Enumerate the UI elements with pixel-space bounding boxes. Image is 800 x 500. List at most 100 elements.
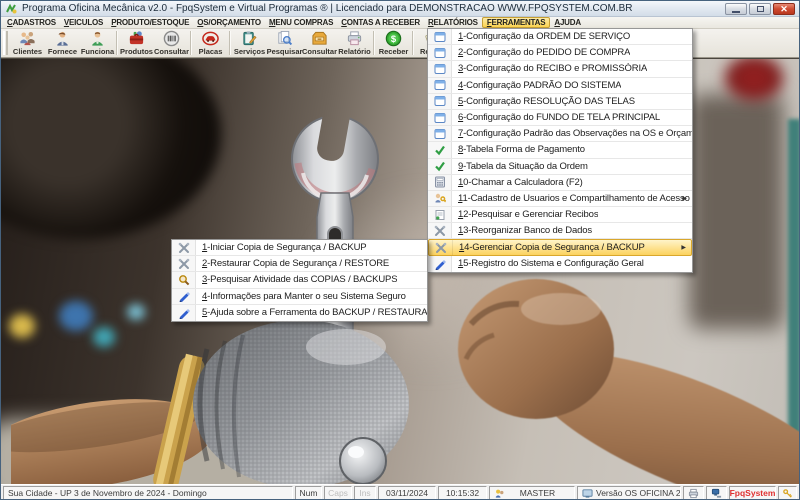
pesquisar-button[interactable]: Pesquisar xyxy=(267,29,302,57)
toolbar-separator xyxy=(412,31,414,55)
menubar-item-menu-compras[interactable]: MENU COMPRAS xyxy=(265,17,337,28)
tire-image xyxy=(1,58,221,239)
toolbar-separator xyxy=(116,31,118,55)
menu-item-config-resolucao-telas[interactable]: 5-Configuração RESOLUÇÃO DAS TELAS xyxy=(428,94,692,110)
menubar-item-contas-a-receber[interactable]: CONTAS A RECEBER xyxy=(337,17,424,28)
fpqsystem-logo-icon xyxy=(5,3,17,15)
app-window: Programa Oficina Mecânica v2.0 - FpqSyst… xyxy=(0,0,800,500)
menu-item-config-pedido-compra[interactable]: 2-Configuração do PEDIDO DE COMPRA xyxy=(428,45,692,61)
submenu-item-informacoes-seguranca[interactable]: 4-Informações para Manter o seu Sistema … xyxy=(172,289,427,305)
submenu-item-iniciar-backup[interactable]: 1-Iniciar Copia de Segurança / BACKUP xyxy=(172,240,427,256)
minimize-button[interactable] xyxy=(725,3,747,15)
pen-icon xyxy=(172,289,196,304)
window-icon xyxy=(428,61,452,76)
restore-button[interactable] xyxy=(749,3,771,15)
statusbar: Sua Cidade - UP 3 de Novembro de 2024 - … xyxy=(1,484,799,500)
monitor-icon xyxy=(582,488,593,499)
toolbar-separator xyxy=(229,31,231,55)
menu-item-config-ordem-servico[interactable]: 1-Configuração da ORDEM DE SERVIÇO xyxy=(428,29,692,45)
status-date: 03/11/2024 xyxy=(378,486,436,500)
consultar-os-button[interactable]: Consultar xyxy=(302,29,337,57)
dollar-icon: $ xyxy=(385,30,402,47)
barcode-icon xyxy=(163,30,180,47)
service-order-icon xyxy=(241,30,258,47)
tools-icon xyxy=(172,256,196,271)
submenu-arrow-icon: ▶ xyxy=(681,244,686,251)
submenu-item-restaurar-backup[interactable]: 2-Restaurar Copia de Segurança / RESTORE xyxy=(172,256,427,272)
toolbar-separator xyxy=(190,31,192,55)
search-docs-icon xyxy=(276,30,293,47)
submenu-item-pesquisar-atividade[interactable]: 3-Pesquisar Atividade das COPIAS / BACKU… xyxy=(172,272,427,288)
keys-icon xyxy=(782,488,793,499)
printer-icon xyxy=(346,30,363,47)
menu-item-tabela-situacao-ordem[interactable]: 9-Tabela da Situação da Ordem xyxy=(428,159,692,175)
magnifier-icon xyxy=(172,272,196,287)
menubar-item-ajuda[interactable]: AJUDA xyxy=(550,17,585,28)
network-icon xyxy=(711,488,722,499)
products-toolbox-icon xyxy=(128,30,145,47)
ferramentas-dropdown-menu: 1-Configuração da ORDEM DE SERVIÇO 2-Con… xyxy=(427,28,693,273)
servicos-button[interactable]: Serviços xyxy=(232,29,267,57)
tools-icon xyxy=(172,240,196,255)
window-icon xyxy=(428,110,452,125)
menubar-item-produto-estoque[interactable]: PRODUTO/ESTOQUE xyxy=(107,17,193,28)
status-keys xyxy=(778,486,797,500)
close-button[interactable]: ✕ xyxy=(773,3,795,15)
menu-item-reorganizar-banco[interactable]: 13-Reorganizar Banco de Dados xyxy=(428,223,692,239)
status-capslock: Caps xyxy=(324,486,352,500)
printer-status-icon xyxy=(688,488,699,499)
window-icon xyxy=(428,94,452,109)
receber-button[interactable]: $ Receber xyxy=(376,29,411,57)
menu-item-cadastro-usuarios[interactable]: 11-Cadastro de Usuarios e Compartilhamen… xyxy=(428,191,692,207)
menu-item-config-padrao-sistema[interactable]: 4-Configuração PADRÃO DO SISTEMA xyxy=(428,78,692,94)
tools-icon xyxy=(429,240,453,254)
menu-item-tabela-forma-pagamento[interactable]: 8-Tabela Forma de Pagamento xyxy=(428,142,692,158)
menu-item-config-observacoes[interactable]: 7-Configuração Padrão das Observações na… xyxy=(428,126,692,142)
placas-button[interactable]: Placas xyxy=(193,29,228,57)
menubar-item-cadastros[interactable]: CADASTROS xyxy=(3,17,60,28)
submenu-item-ajuda-backup[interactable]: 5-Ajuda sobre a Ferramenta do BACKUP / R… xyxy=(172,305,427,321)
submenu-arrow-icon: ▶ xyxy=(682,195,687,202)
check-icon xyxy=(428,159,452,174)
gloved-hand-image xyxy=(11,309,421,484)
status-insert: Ins xyxy=(354,486,376,500)
menu-item-config-fundo-tela[interactable]: 6-Configuração do FUNDO DE TELA PRINCIPA… xyxy=(428,110,692,126)
user-icon xyxy=(494,488,505,499)
window-title: Programa Oficina Mecânica v2.0 - FpqSyst… xyxy=(22,3,633,14)
menubar-item-relatorios[interactable]: RELATÓRIOS xyxy=(424,17,482,28)
consultar-codigo-button[interactable]: Consultar xyxy=(154,29,189,57)
supplier-icon xyxy=(54,30,71,47)
clients-icon xyxy=(19,30,36,47)
menu-item-pesquisar-recibos[interactable]: 12-Pesquisar e Gerenciar Recibos xyxy=(428,207,692,223)
window-icon xyxy=(428,78,452,93)
status-time: 10:15:32 xyxy=(438,486,487,500)
menubar-item-veiculos[interactable]: VEICULOS xyxy=(60,17,107,28)
svg-text:$: $ xyxy=(391,34,397,45)
toolbar-gripper xyxy=(3,31,8,55)
menu-item-registro-sistema[interactable]: 15-Registro do Sistema e Configuração Ge… xyxy=(428,256,692,272)
relatorio-button[interactable]: Relatório xyxy=(337,29,372,57)
tools-icon xyxy=(428,223,452,238)
backup-submenu: 1-Iniciar Copia de Segurança / BACKUP 2-… xyxy=(171,239,428,322)
status-user: MASTER xyxy=(489,486,575,500)
check-icon xyxy=(428,142,452,157)
status-location-date: Sua Cidade - UP 3 de Novembro de 2024 - … xyxy=(3,486,293,500)
funciona-button[interactable]: Funciona xyxy=(80,29,115,57)
clientes-button[interactable]: Clientes xyxy=(10,29,45,57)
pen-icon xyxy=(172,305,196,321)
status-network xyxy=(706,486,727,500)
car-plate-icon xyxy=(202,30,219,47)
fornece-button[interactable]: Fornece xyxy=(45,29,80,57)
menu-item-config-recibo-promissoria[interactable]: 3-Configuração do RECIBO e PROMISSÓRIA xyxy=(428,61,692,77)
employee-icon xyxy=(89,30,106,47)
produtos-button[interactable]: Produtos xyxy=(119,29,154,57)
window-icon xyxy=(428,126,452,141)
menubar-item-os-orcamento[interactable]: OS/ORÇAMENTO xyxy=(193,17,265,28)
receipt-small-icon xyxy=(428,207,452,222)
menu-item-gerenciar-backup[interactable]: 14-Gerenciar Copia de Segurança / BACKUP… xyxy=(428,239,692,255)
users-key-icon xyxy=(428,191,452,206)
menubar-item-ferramentas[interactable]: FERRAMENTAS xyxy=(482,17,551,28)
menu-item-calculadora[interactable]: 10-Chamar a Calculadora (F2) xyxy=(428,175,692,191)
window-icon xyxy=(428,45,452,60)
status-version: Versão OS OFICINA 2.0 xyxy=(577,486,681,500)
